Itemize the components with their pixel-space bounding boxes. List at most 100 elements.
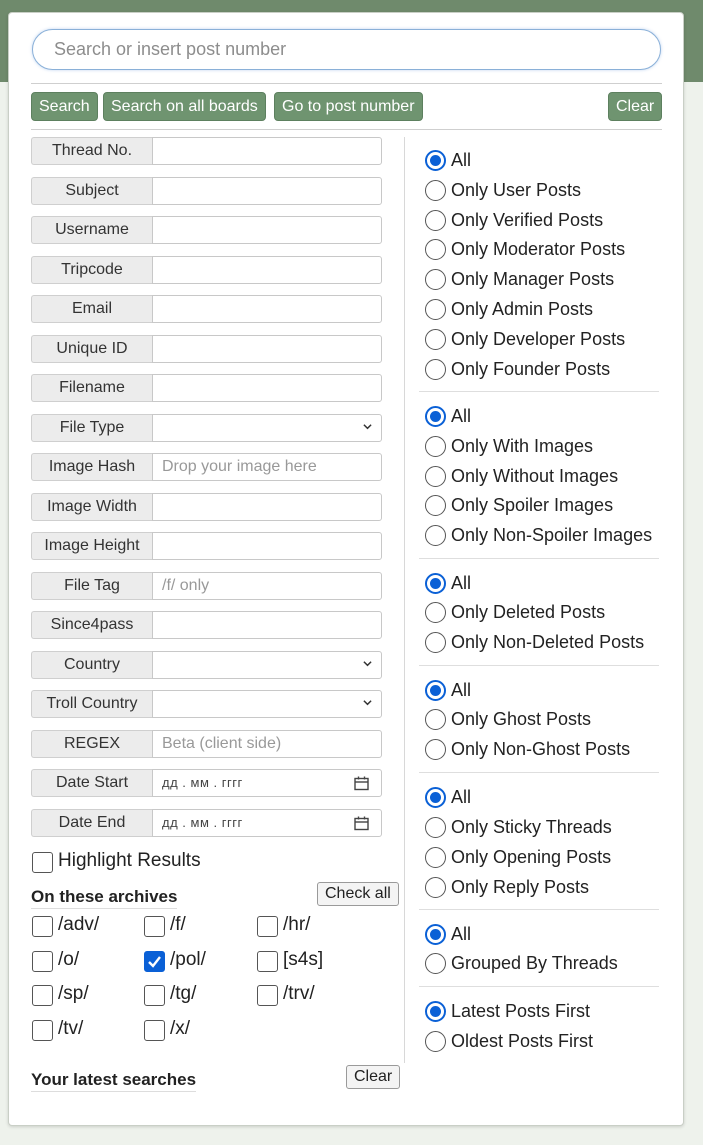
radio-only-opening-posts[interactable]	[425, 847, 446, 868]
radio-only-moderator-posts[interactable]	[425, 239, 446, 260]
date-end-input[interactable]: дд . мм . гггг	[152, 809, 382, 837]
radio-label: Only Spoiler Images	[451, 495, 614, 515]
radio-post-type-all[interactable]	[425, 787, 446, 808]
divider	[31, 129, 662, 130]
radio-only-non-deleted-posts[interactable]	[425, 632, 446, 653]
archive-checkbox-tv[interactable]	[32, 1020, 53, 1041]
archive-label: /o/	[58, 949, 80, 970]
field-label: Image Width	[31, 493, 152, 521]
field-label: Username	[31, 216, 152, 244]
date-placeholder: дд . мм . гггг	[162, 815, 243, 830]
check-all-button[interactable]: Check all	[317, 882, 399, 906]
radio-label: All	[451, 924, 472, 944]
archive-checkbox-s4s[interactable]	[257, 951, 278, 972]
field-label: Unique ID	[31, 335, 152, 363]
radio-latest-posts-first[interactable]	[425, 1001, 446, 1022]
radio-only-sticky-threads[interactable]	[425, 817, 446, 838]
subject-input[interactable]	[152, 177, 382, 205]
radio-only-non-spoiler-images[interactable]	[425, 525, 446, 546]
radio-label: Only Ghost Posts	[451, 709, 592, 729]
radio-user-type-all[interactable]	[425, 150, 446, 171]
archive-checkbox-sp[interactable]	[32, 985, 53, 1006]
radio-only-verified-posts[interactable]	[425, 210, 446, 231]
field-label: Filename	[31, 374, 152, 402]
image-width-input[interactable]	[152, 493, 382, 521]
radio-oldest-posts-first[interactable]	[425, 1031, 446, 1052]
filename-input[interactable]	[152, 374, 382, 402]
field-label: Image Hash	[31, 453, 152, 481]
search-button[interactable]: Search	[31, 92, 98, 121]
image-hash-input[interactable]: Drop your image here	[152, 453, 382, 481]
field-label: Thread No.	[31, 137, 152, 165]
archive-label: /sp/	[58, 983, 89, 1004]
radio-label: Only User Posts	[451, 180, 582, 200]
radio-label: Only Developer Posts	[451, 329, 626, 349]
date-start-input[interactable]: дд . мм . гггг	[152, 769, 382, 797]
radio-only-non-ghost-posts[interactable]	[425, 739, 446, 760]
field-label: Since4pass	[31, 611, 152, 639]
search-input[interactable]	[32, 29, 661, 70]
radio-label: Only Reply Posts	[451, 877, 590, 897]
field-label: Image Height	[31, 532, 152, 560]
radio-only-user-posts[interactable]	[425, 180, 446, 201]
radio-only-deleted-posts[interactable]	[425, 602, 446, 623]
archive-checkbox-pol[interactable]	[144, 951, 165, 972]
radio-grouped-by-threads[interactable]	[425, 953, 446, 974]
radio-ghost-all[interactable]	[425, 680, 446, 701]
group-divider	[419, 558, 659, 559]
archive-checkbox-o[interactable]	[32, 951, 53, 972]
radio-only-reply-posts[interactable]	[425, 877, 446, 898]
clear-latest-searches-button[interactable]: Clear	[346, 1065, 401, 1089]
radio-label: All	[451, 680, 472, 700]
radio-grouping-all[interactable]	[425, 924, 446, 945]
archive-checkbox-x[interactable]	[144, 1020, 165, 1041]
archive-label: /adv/	[58, 914, 100, 935]
field-label: Country	[31, 651, 152, 679]
archive-label: /x/	[170, 1018, 191, 1039]
chevron-down-icon	[363, 661, 372, 667]
regex-input[interactable]: Beta (client side)	[152, 730, 382, 758]
radio-label: Only Sticky Threads	[451, 817, 612, 837]
country-select[interactable]	[152, 651, 382, 679]
file-tag-input[interactable]: /f/ only	[152, 572, 382, 600]
radio-label: All	[451, 406, 472, 426]
radio-label: Grouped By Threads	[451, 953, 618, 973]
archive-label: /trv/	[283, 983, 315, 1004]
email-input[interactable]	[152, 295, 382, 323]
radio-only-founder-posts[interactable]	[425, 359, 446, 380]
archive-checkbox-f[interactable]	[144, 916, 165, 937]
image-height-input[interactable]	[152, 532, 382, 560]
archives-title: On these archives	[31, 887, 178, 909]
radio-label: Only Manager Posts	[451, 269, 615, 289]
radio-label: Only Moderator Posts	[451, 239, 626, 259]
radio-label: Only Founder Posts	[451, 359, 611, 379]
since4pass-input[interactable]	[152, 611, 382, 639]
radio-only-spoiler-images[interactable]	[425, 495, 446, 516]
calendar-icon[interactable]	[354, 776, 369, 791]
field-label: Troll Country	[31, 690, 152, 718]
clear-search-button[interactable]: Clear	[608, 92, 663, 121]
archive-checkbox-trv[interactable]	[257, 985, 278, 1006]
field-label: Email	[31, 295, 152, 323]
highlight-results-checkbox[interactable]	[32, 852, 53, 873]
file-type-select[interactable]	[152, 414, 382, 442]
radio-images-all[interactable]	[425, 406, 446, 427]
tripcode-input[interactable]	[152, 256, 382, 284]
radio-only-admin-posts[interactable]	[425, 299, 446, 320]
go-to-post-button[interactable]: Go to post number	[274, 92, 423, 121]
unique-id-input[interactable]	[152, 335, 382, 363]
search-all-boards-button[interactable]: Search on all boards	[103, 92, 266, 121]
calendar-icon[interactable]	[354, 816, 369, 831]
radio-only-ghost-posts[interactable]	[425, 709, 446, 730]
radio-only-developer-posts[interactable]	[425, 329, 446, 350]
archive-checkbox-hr[interactable]	[257, 916, 278, 937]
username-input[interactable]	[152, 216, 382, 244]
radio-only-without-images[interactable]	[425, 466, 446, 487]
radio-only-with-images[interactable]	[425, 436, 446, 457]
radio-only-manager-posts[interactable]	[425, 269, 446, 290]
thread-no-input[interactable]	[152, 137, 382, 165]
archive-checkbox-tg[interactable]	[144, 985, 165, 1006]
radio-deleted-all[interactable]	[425, 573, 446, 594]
archive-checkbox-adv[interactable]	[32, 916, 53, 937]
troll-country-select[interactable]	[152, 690, 382, 718]
